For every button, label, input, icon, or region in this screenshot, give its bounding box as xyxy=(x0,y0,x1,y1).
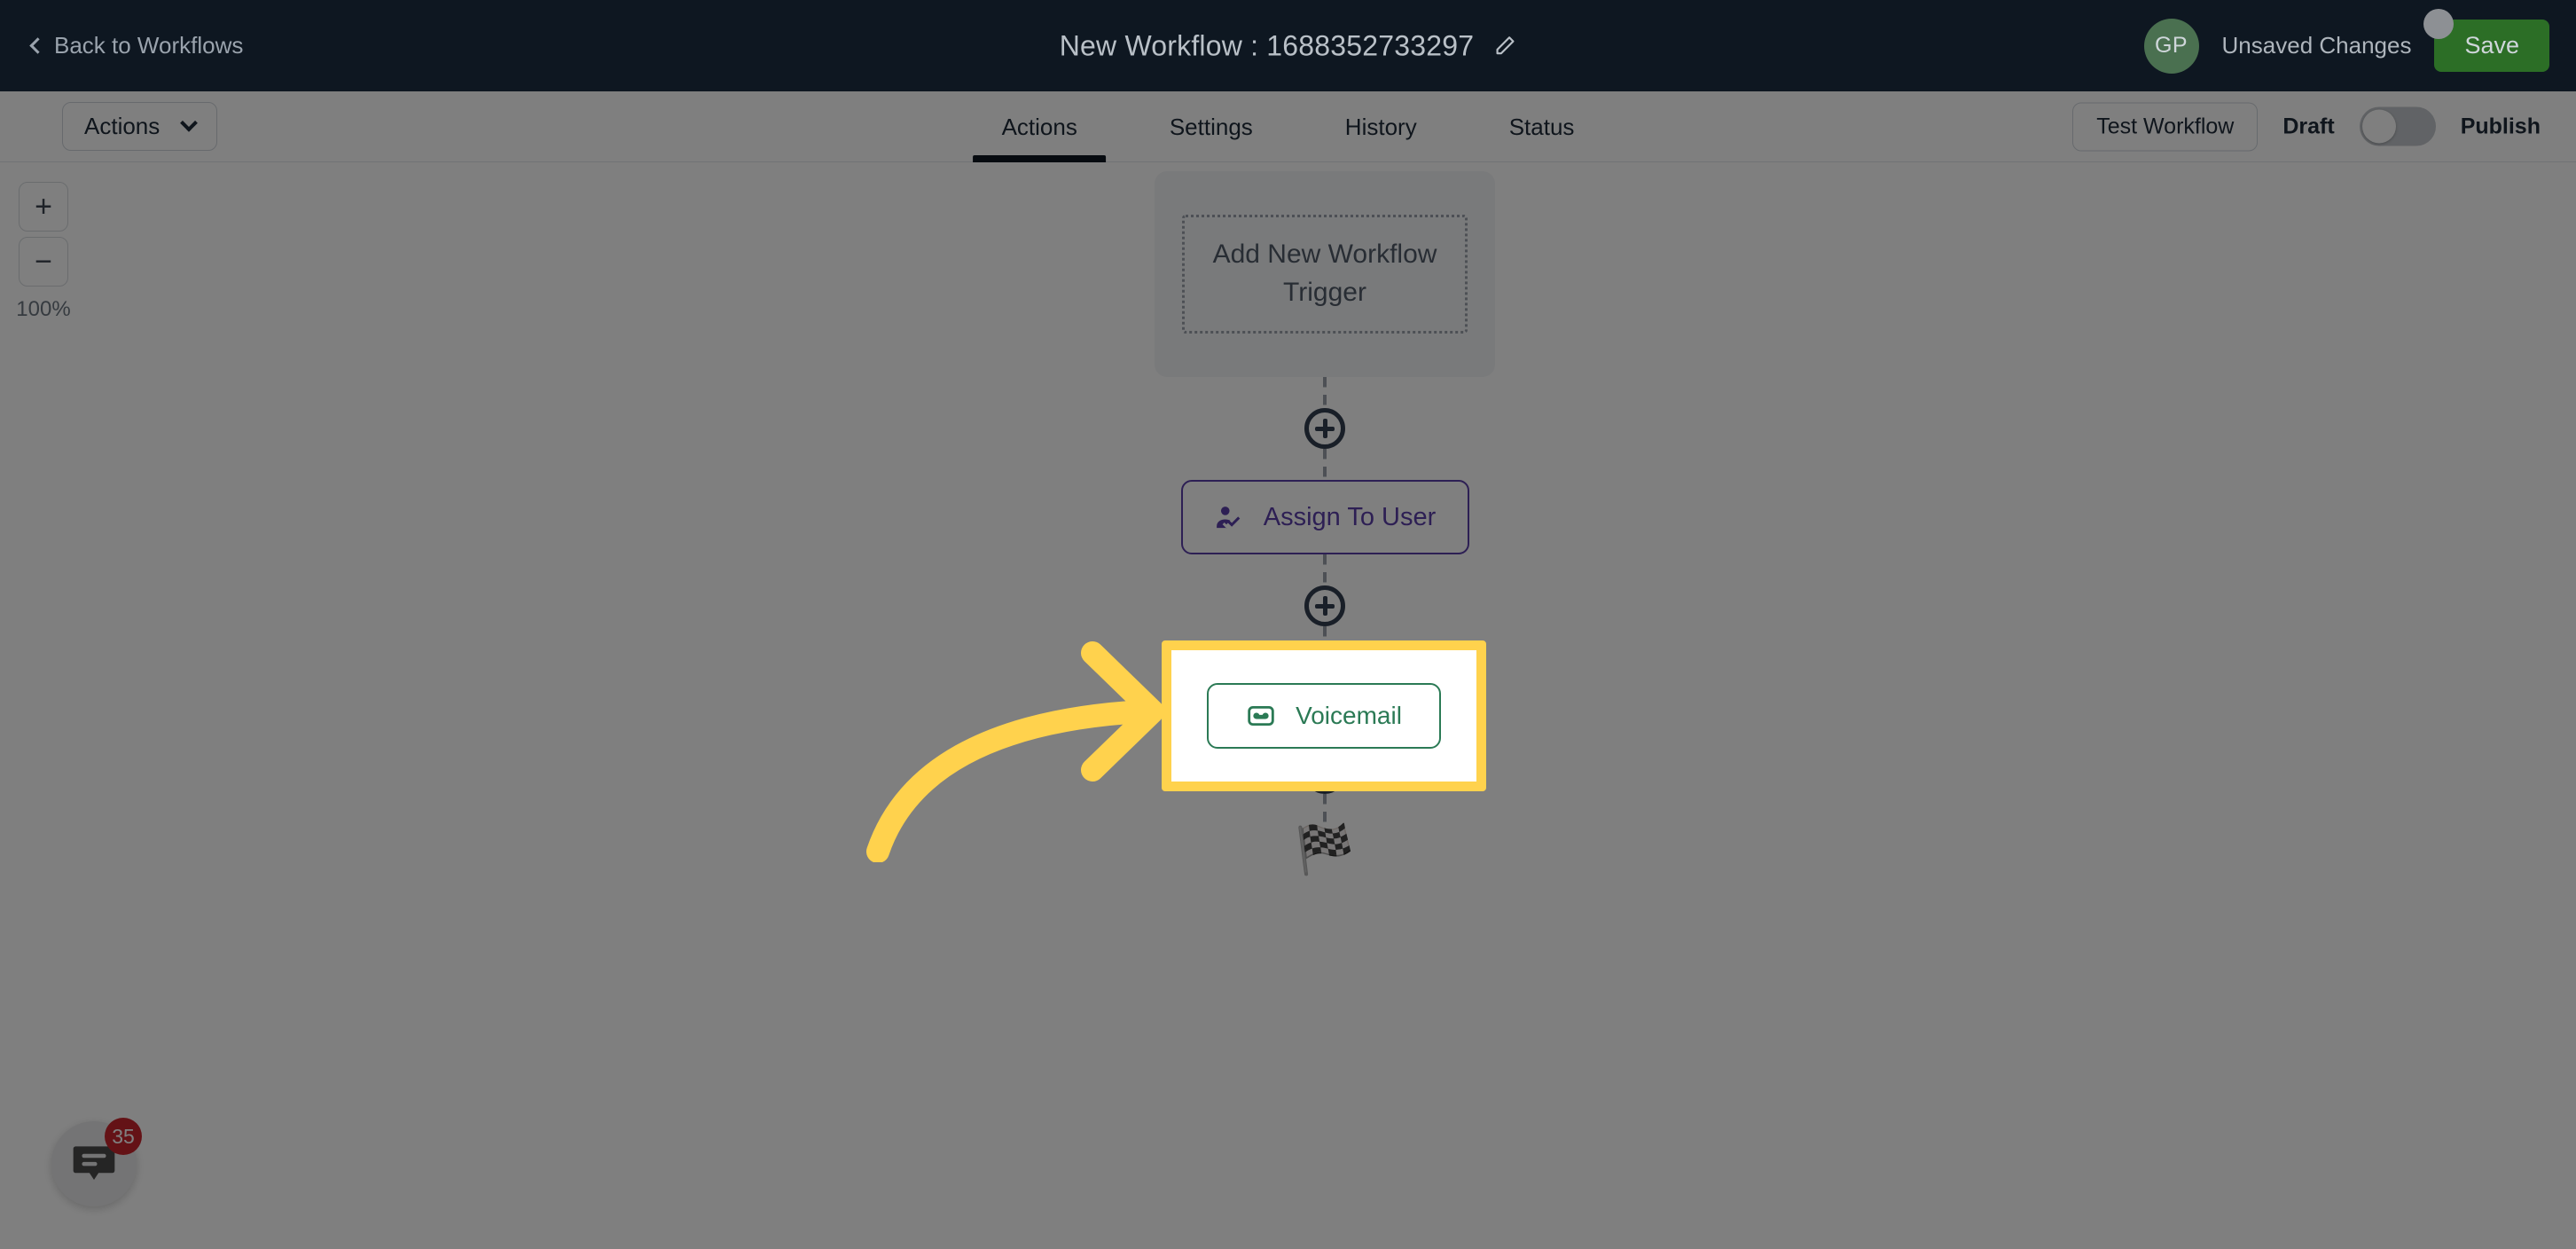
chat-widget[interactable]: 35 xyxy=(51,1118,142,1206)
zoom-out-button[interactable]: − xyxy=(19,237,68,287)
workflow-node-voicemail[interactable]: Voicemail xyxy=(1207,683,1441,749)
test-workflow-button[interactable]: Test Workflow xyxy=(2072,102,2259,151)
workflow-node-assign-to-user[interactable]: Assign To User xyxy=(1180,480,1469,554)
connector-line xyxy=(1323,449,1327,480)
zoom-in-button[interactable]: + xyxy=(19,182,68,232)
tab-actions[interactable]: Actions xyxy=(956,91,1124,162)
tab-history[interactable]: History xyxy=(1299,91,1463,162)
workflow-node-label: Voicemail xyxy=(1296,702,1402,729)
tab-status[interactable]: Status xyxy=(1463,91,1621,162)
status-badge: Unsaved Changes xyxy=(2221,32,2412,59)
chevron-left-icon xyxy=(29,36,46,54)
workflow-node-label: Assign To User xyxy=(1263,502,1437,531)
connector-line xyxy=(1323,794,1327,826)
publish-toggle[interactable] xyxy=(2359,106,2436,146)
chat-unread-badge: 35 xyxy=(105,1118,142,1155)
tab-settings[interactable]: Settings xyxy=(1124,91,1299,162)
highlight-box-voicemail: Voicemail xyxy=(1162,640,1486,791)
user-check-icon xyxy=(1214,502,1244,532)
zoom-level-label: 100% xyxy=(16,297,71,321)
back-to-workflows-link[interactable]: Back to Workflows xyxy=(29,32,244,59)
app-header: Back to Workflows New Workflow : 1688352… xyxy=(0,0,2576,91)
add-workflow-trigger-button[interactable]: Add New Workflow Trigger xyxy=(1182,215,1468,334)
toggle-knob xyxy=(2361,109,2396,144)
cursor-pointer-indicator xyxy=(2423,9,2455,39)
connector-line xyxy=(1323,554,1327,585)
publish-label: Publish xyxy=(2460,114,2541,138)
save-button-wrapper: Save xyxy=(2423,9,2549,72)
toolbar-right-controls: Test Workflow Draft Publish xyxy=(2072,102,2541,151)
actions-dropdown-label: Actions xyxy=(84,113,161,139)
workflow-trigger-card[interactable]: Add New Workflow Trigger xyxy=(1155,171,1495,377)
back-to-workflows-label: Back to Workflows xyxy=(54,32,244,59)
workflow-toolbar: Actions Actions Settings History Status … xyxy=(0,91,2576,162)
voicemail-icon xyxy=(1246,701,1276,731)
pencil-icon[interactable] xyxy=(1493,35,1516,58)
header-right-controls: GP Unsaved Changes Save xyxy=(2143,9,2549,74)
add-step-button-1[interactable] xyxy=(1304,408,1345,449)
chevron-down-icon xyxy=(180,114,199,132)
workflow-tabs: Actions Settings History Status xyxy=(956,91,1621,162)
avatar[interactable]: GP xyxy=(2143,18,2199,74)
workflow-builder-app: + − 100% Add New Workflow Trigger Assign… xyxy=(0,0,2576,1249)
page-title: New Workflow : 1688352733297 xyxy=(1059,29,1475,61)
zoom-controls: + − 100% xyxy=(14,182,73,322)
checkered-flag-icon: 🏁 xyxy=(1295,823,1355,876)
connector-line xyxy=(1323,377,1327,408)
add-step-button-2[interactable] xyxy=(1304,585,1345,626)
actions-dropdown[interactable]: Actions xyxy=(62,102,218,151)
workflow-title-area: New Workflow : 1688352733297 xyxy=(1060,29,1517,62)
draft-label: Draft xyxy=(2282,114,2335,138)
